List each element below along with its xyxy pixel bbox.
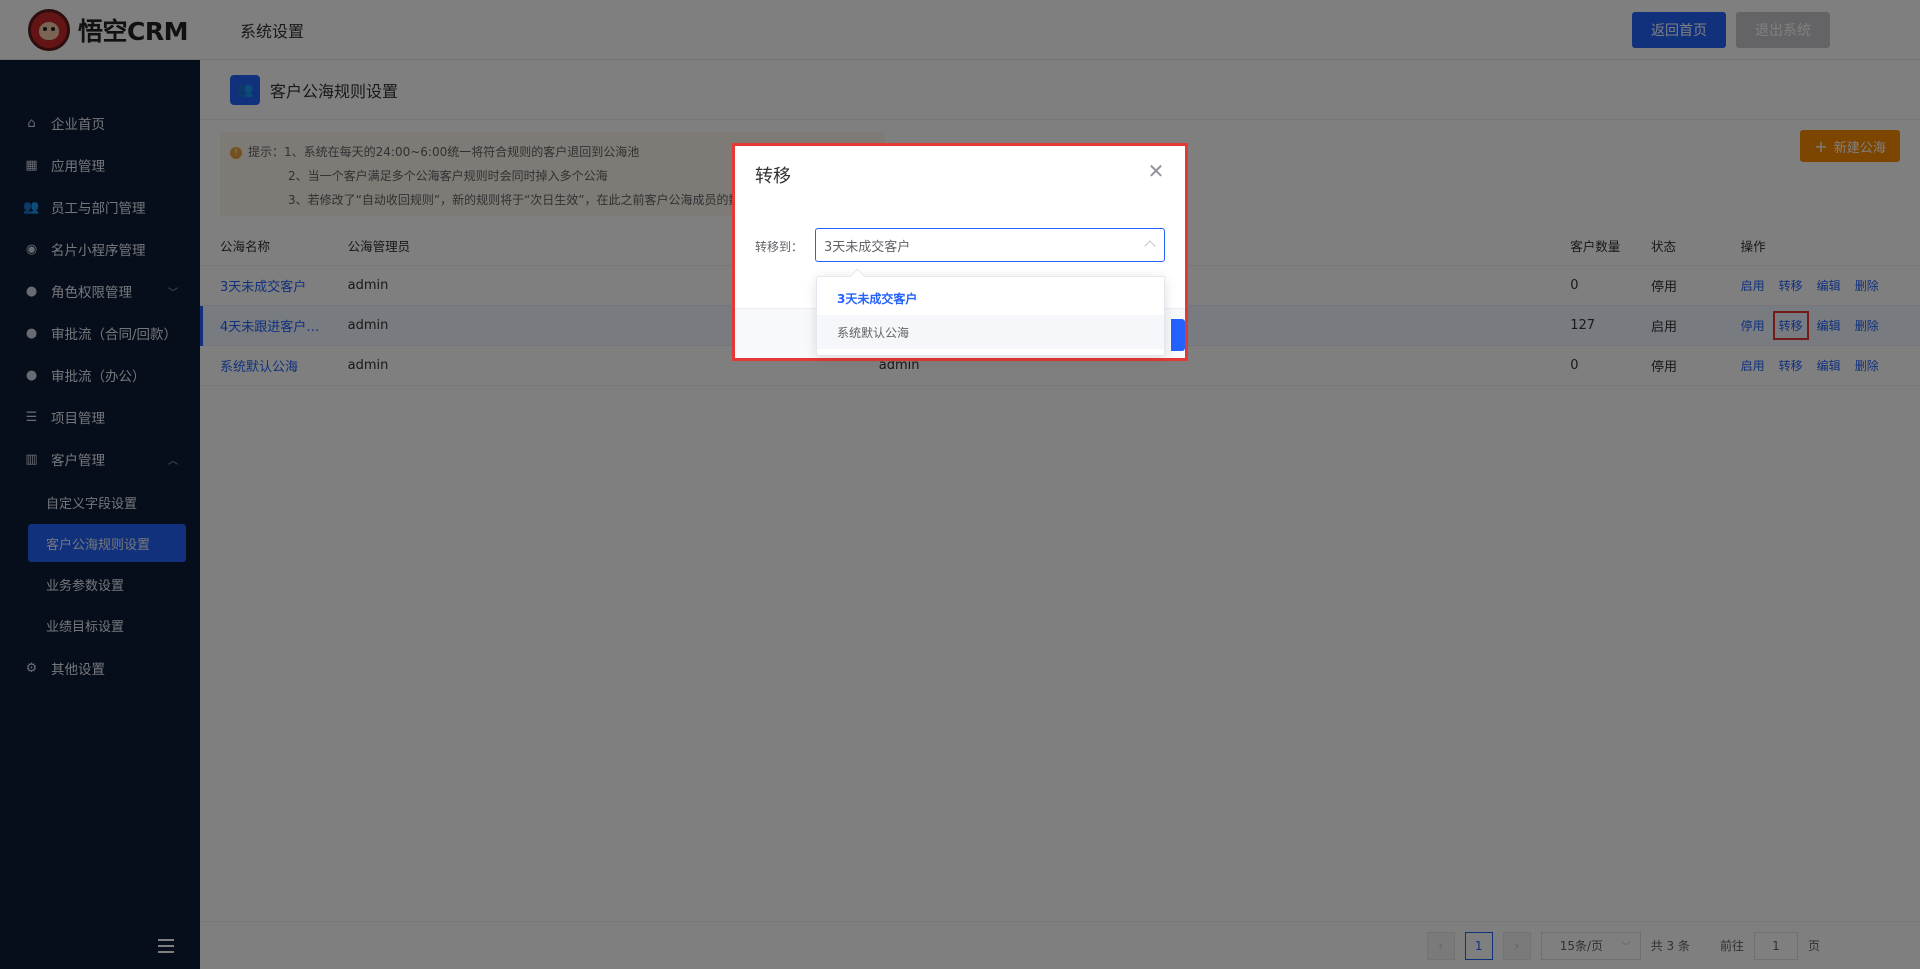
dropdown-option[interactable]: 系统默认公海 bbox=[817, 315, 1164, 349]
dropdown-option[interactable]: 3天未成交客户 bbox=[817, 281, 1164, 315]
confirm-button[interactable] bbox=[1171, 319, 1185, 351]
select-dropdown: 3天未成交客户 系统默认公海 bbox=[816, 276, 1165, 356]
transfer-target-select[interactable]: 3天未成交客户 bbox=[815, 228, 1165, 262]
close-icon[interactable]: ✕ bbox=[1147, 161, 1165, 181]
selected-value: 3天未成交客户 bbox=[824, 239, 911, 255]
chevron-up-icon bbox=[1144, 240, 1156, 252]
transfer-to-label: 转移到： bbox=[755, 240, 804, 254]
dialog-title: 转移 bbox=[755, 166, 791, 187]
